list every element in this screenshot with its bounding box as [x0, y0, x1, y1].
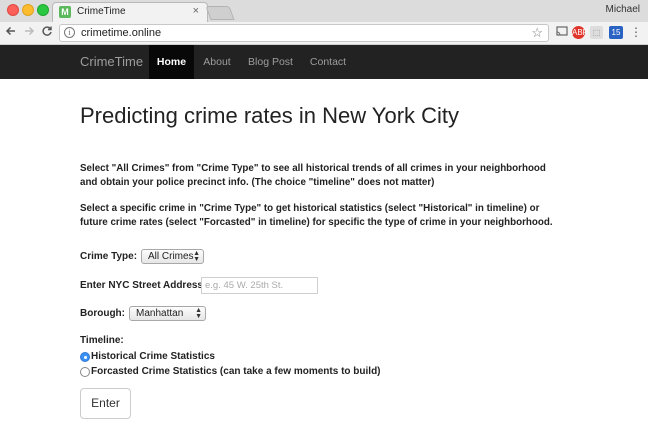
cast-icon[interactable]	[555, 26, 568, 39]
instruction-paragraph-1: Select "All Crimes" from "Crime Type" to…	[80, 163, 546, 188]
extension-badge-icon[interactable]: 15	[609, 26, 623, 39]
borough-label: Borough:	[80, 308, 125, 319]
address-bar[interactable]: i crimetime.online ☆	[59, 24, 549, 42]
browser-toolbar: i crimetime.online ☆ ABP ⬚ 15 ⋮	[0, 22, 648, 45]
borough-value: Manhattan	[136, 308, 184, 319]
profile-name[interactable]: Michael	[606, 4, 640, 15]
tab-title: CrimeTime	[77, 6, 126, 17]
instruction-paragraph-2: Select a specific crime in "Crime Type" …	[80, 203, 553, 228]
timeline-forecasted-radio[interactable]	[80, 367, 90, 377]
brand-link[interactable]: CrimeTime	[80, 54, 143, 69]
tab-close-icon[interactable]: ×	[193, 5, 199, 17]
timeline-label: Timeline:	[80, 335, 124, 346]
new-tab-button[interactable]	[205, 6, 235, 20]
info-icon[interactable]: i	[64, 27, 75, 38]
crime-type-label: Crime Type:	[80, 251, 138, 262]
address-input[interactable]: e.g. 45 W. 25th St.	[201, 277, 318, 294]
browser-tab[interactable]: M CrimeTime ×	[52, 2, 208, 22]
nav-blog-post[interactable]: Blog Post	[242, 45, 299, 79]
menu-icon[interactable]: ⋮	[630, 26, 642, 39]
star-icon[interactable]: ☆	[531, 25, 543, 41]
address-bar-url[interactable]: crimetime.online	[81, 27, 161, 39]
nav-about[interactable]: About	[196, 45, 238, 79]
timeline-historical-label[interactable]: Historical Crime Statistics	[91, 351, 215, 362]
select-arrows-icon: ▲ ▼	[195, 307, 202, 320]
timeline-historical-radio[interactable]	[80, 352, 90, 362]
adblock-icon[interactable]: ABP	[572, 26, 588, 39]
page-title: Predicting crime rates in New York City	[80, 103, 460, 128]
crime-type-select[interactable]: All Crimes ▲ ▼	[141, 249, 204, 264]
nav-home[interactable]: Home	[149, 45, 194, 79]
back-arrow-icon[interactable]	[4, 25, 18, 39]
enter-button[interactable]: Enter	[80, 388, 131, 419]
close-window-button[interactable]	[7, 4, 19, 16]
maximize-window-button[interactable]	[37, 4, 49, 16]
timeline-forecasted-label[interactable]: Forcasted Crime Statistics (can take a f…	[91, 366, 381, 377]
forward-arrow-icon[interactable]	[22, 25, 36, 39]
reload-icon[interactable]	[40, 25, 54, 39]
minimize-window-button[interactable]	[22, 4, 34, 16]
site-navbar: CrimeTime Home About Blog Post Contact	[0, 45, 648, 79]
extension-icon[interactable]: ⬚	[590, 26, 603, 39]
nav-contact[interactable]: Contact	[303, 45, 353, 79]
select-arrows-icon: ▲ ▼	[193, 250, 200, 263]
address-label: Enter NYC Street Address:	[80, 280, 207, 291]
site-favicon-icon: M	[59, 6, 71, 18]
crime-type-value: All Crimes	[148, 251, 194, 262]
borough-select[interactable]: Manhattan ▲ ▼	[129, 306, 206, 321]
browser-titlebar: M CrimeTime × Michael	[0, 0, 648, 22]
